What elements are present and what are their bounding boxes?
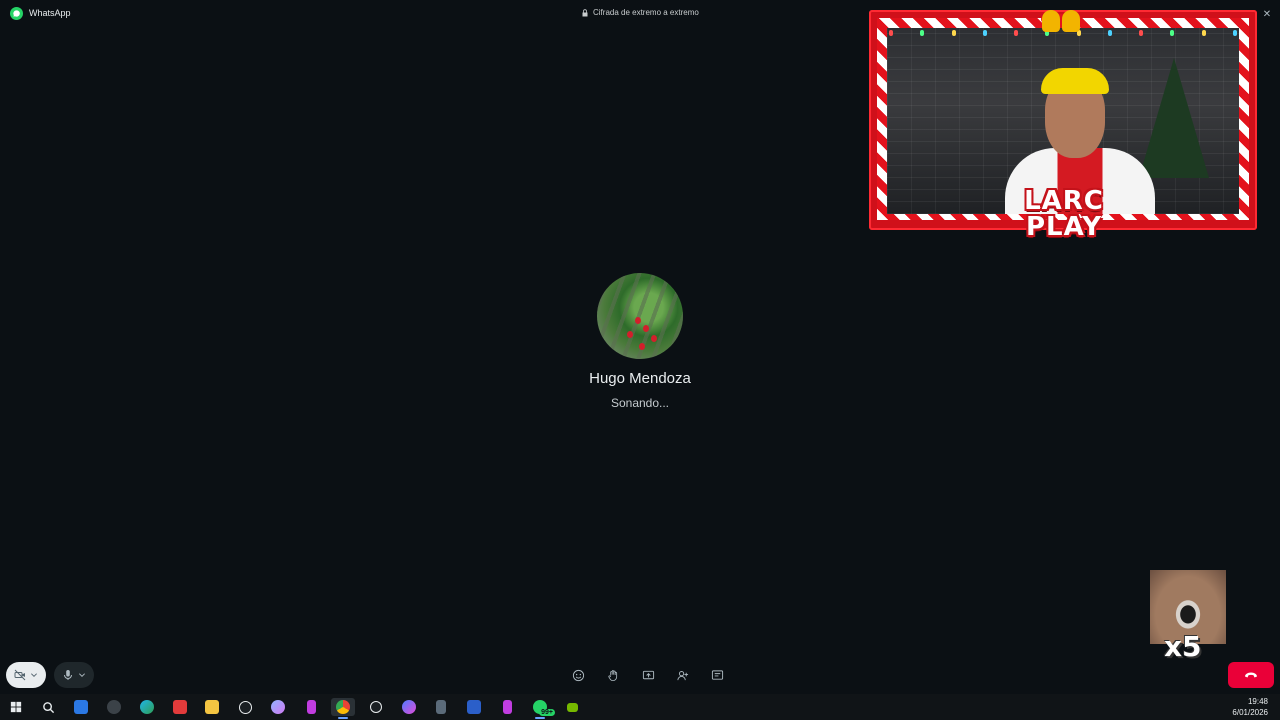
whatsapp-icon[interactable]: 99+ [531, 698, 555, 716]
pink-app-icon[interactable] [302, 698, 320, 716]
active-app-indicator [338, 717, 348, 719]
windows-taskbar: 99+ 19:48 6/01/2026 [0, 694, 1280, 720]
chevron-down-icon [79, 673, 85, 677]
whatsapp-logo-icon [10, 7, 23, 20]
lock-icon [582, 8, 588, 16]
messenger-icon[interactable] [400, 698, 418, 716]
chrome-icon[interactable] [331, 698, 355, 716]
end-call-icon [1245, 672, 1257, 678]
file-explorer-icon[interactable] [203, 698, 221, 716]
calculator-icon[interactable] [432, 698, 450, 716]
search-icon[interactable] [39, 698, 57, 716]
logitech-icon[interactable] [236, 698, 254, 716]
red-app-icon[interactable] [171, 698, 189, 716]
word-icon[interactable] [465, 698, 483, 716]
store-icon[interactable] [72, 698, 90, 716]
close-icon[interactable]: ✕ [1254, 0, 1280, 28]
screen-share-icon[interactable] [640, 667, 656, 683]
nvidia-icon[interactable] [563, 698, 581, 716]
streamer-webcam-overlay: LARC PLAY [869, 10, 1257, 240]
running-app-indicator [535, 717, 545, 719]
edge-icon[interactable] [138, 698, 156, 716]
streamer-brand-logo: LARC PLAY [979, 188, 1149, 240]
app-title: WhatsApp [29, 8, 71, 18]
emoji-icon[interactable] [570, 667, 586, 683]
contact-avatar [597, 273, 683, 359]
cat-app-icon[interactable] [105, 698, 123, 716]
encryption-notice: Cifrada de extremo a extremo [582, 8, 699, 17]
clock-app-icon[interactable] [367, 698, 385, 716]
camera-toggle-button[interactable] [6, 662, 46, 688]
call-status: Sonando... [610, 396, 670, 410]
raise-hand-icon[interactable] [605, 667, 621, 683]
windows-start-icon[interactable] [7, 698, 25, 716]
chevron-down-icon [31, 673, 37, 677]
clock-date: 6/01/2026 [1232, 708, 1268, 717]
brand-line-2: PLAY [1025, 212, 1103, 242]
contact-name: Hugo Mendoza [589, 370, 691, 387]
encryption-label: Cifrada de extremo a extremo [593, 8, 699, 17]
call-controls-bar [0, 658, 1280, 692]
clock-time: 19:48 [1247, 697, 1268, 706]
brand-line-1: LARC [1024, 186, 1104, 216]
bells-icon [1021, 4, 1101, 38]
whatsapp-badge: 99+ [539, 709, 555, 716]
pink-app-2-icon[interactable] [498, 698, 516, 716]
add-participant-icon[interactable] [674, 667, 690, 683]
microphone-toggle-button[interactable] [54, 662, 94, 688]
microphone-icon [64, 670, 72, 680]
system-clock[interactable]: 19:48 6/01/2026 [1232, 696, 1268, 718]
person-cap [1041, 68, 1109, 94]
end-call-button[interactable] [1228, 662, 1274, 688]
camera-off-icon [14, 669, 26, 681]
chat-icon[interactable] [709, 667, 725, 683]
feather-app-icon[interactable] [269, 698, 287, 716]
